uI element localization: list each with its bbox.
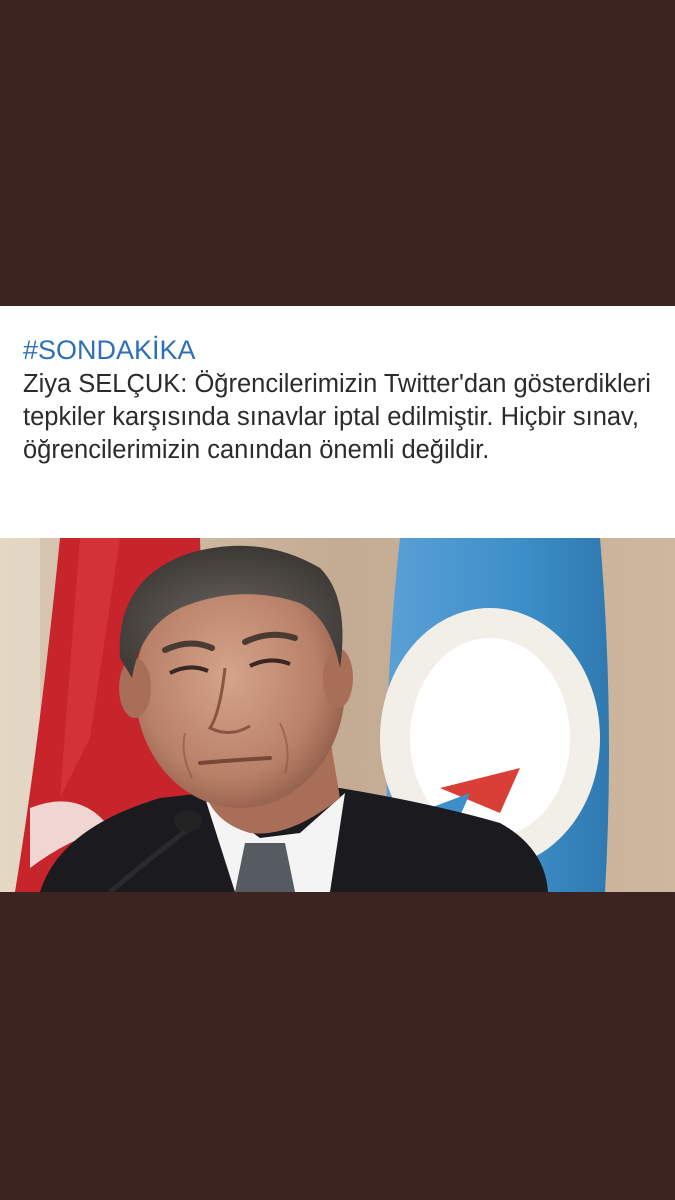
hashtag-link[interactable]: #SONDAKİKA	[23, 332, 663, 368]
post-text-block: #SONDAKİKA Ziya SELÇUK: Öğrencilerimizin…	[23, 332, 663, 467]
post-headline: Ziya SELÇUK: Öğrencilerimizin Twitter'da…	[23, 370, 651, 464]
news-post-card: #SONDAKİKA Ziya SELÇUK: Öğrencilerimizin…	[0, 306, 675, 892]
tie-graphic	[235, 843, 295, 892]
post-photo	[0, 538, 675, 892]
